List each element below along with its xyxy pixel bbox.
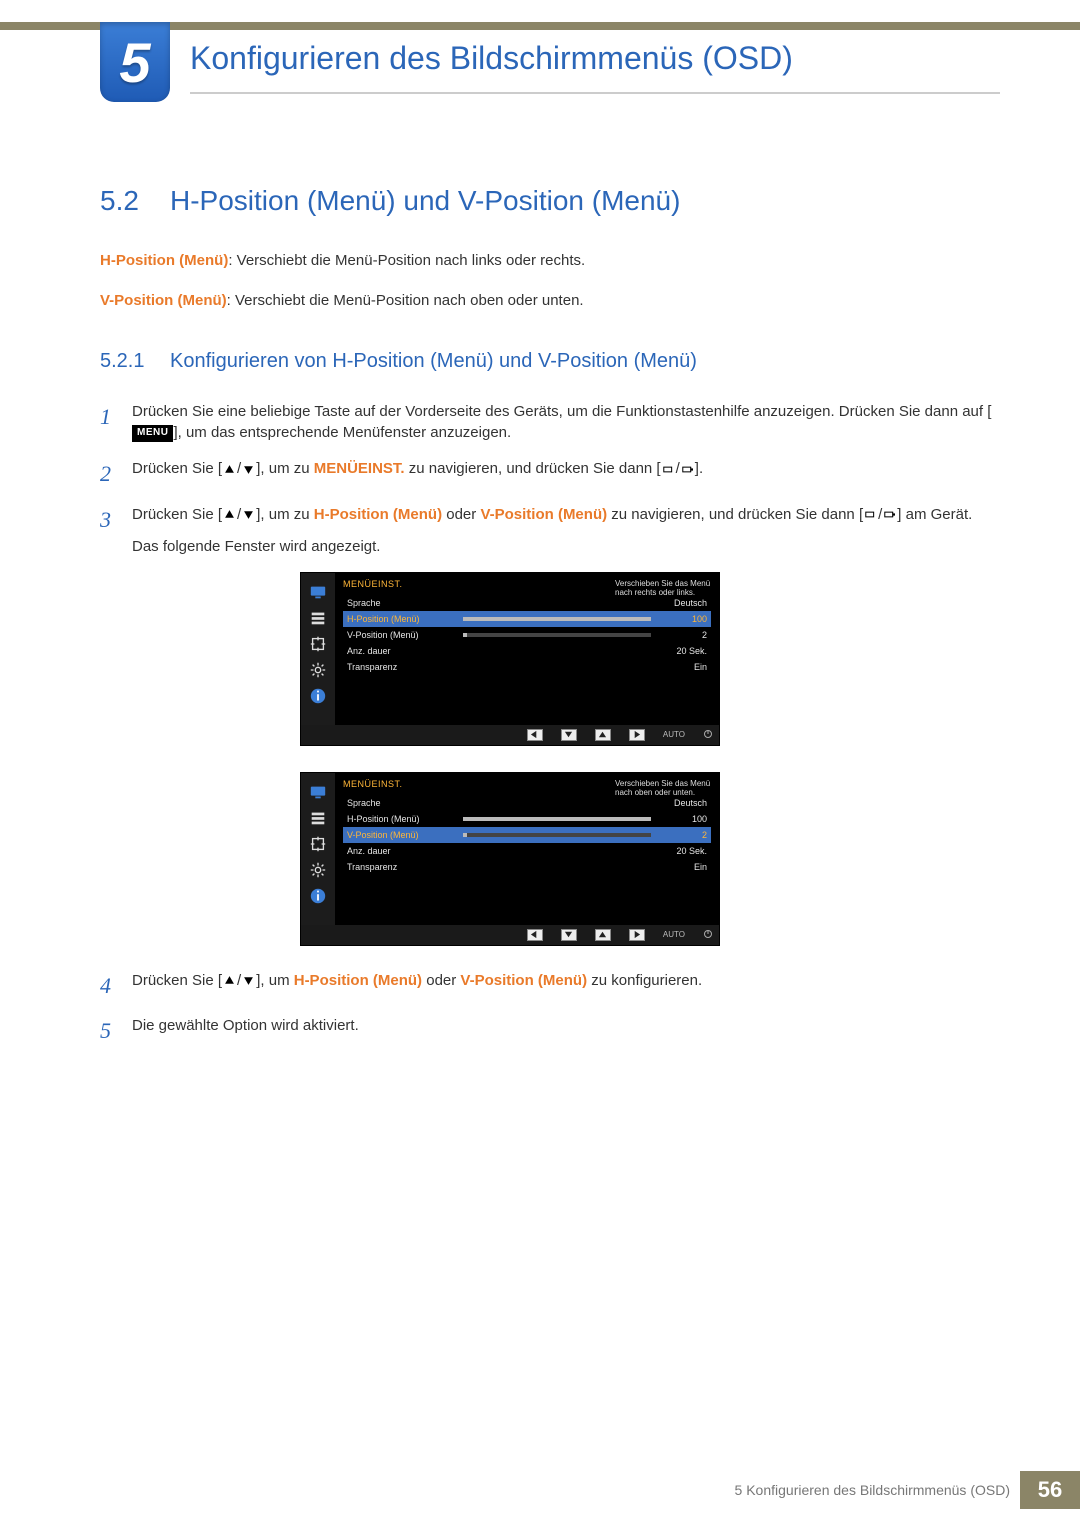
osd-row-transparency: TransparenzEin xyxy=(343,659,711,675)
osd-row-vpos-selected: V-Position (Menü)2 xyxy=(343,827,711,843)
step-5: 5 Die gewählte Option wird aktiviert. xyxy=(100,1015,1000,1047)
osd-nav-bar: AUTO xyxy=(301,725,719,745)
gear-icon xyxy=(307,860,329,880)
chapter-title: Konfigurieren des Bildschirmmenüs (OSD) xyxy=(190,40,793,77)
power-icon xyxy=(703,929,713,941)
nav-left-icon xyxy=(527,929,543,941)
osd-info-text: Verschieben Sie das Menü nach rechts ode… xyxy=(615,579,713,597)
enter-source-icon: / xyxy=(661,458,695,480)
osd-nav-bar: AUTO xyxy=(301,925,719,945)
up-down-icon: / xyxy=(222,504,256,526)
up-down-icon: / xyxy=(222,458,256,480)
step-2: 2 Drücken Sie [/], um zu MENÜEINST. zu n… xyxy=(100,458,1000,490)
osd-screenshot-vpos: MENÜEINST. SpracheDeutsch H-Position (Me… xyxy=(300,772,720,946)
nav-right-icon xyxy=(629,729,645,741)
resize-icon xyxy=(307,634,329,654)
enter-source-icon: / xyxy=(863,504,897,526)
monitor-icon xyxy=(307,582,329,602)
gear-icon xyxy=(307,660,329,680)
osd-row-hpos-selected: H-Position (Menü)100 xyxy=(343,611,711,627)
footer-chapter-label: 5 Konfigurieren des Bildschirmmenüs (OSD… xyxy=(735,1482,1010,1498)
monitor-icon xyxy=(307,782,329,802)
osd-row-transparency: TransparenzEin xyxy=(343,859,711,875)
osd-row-duration: Anz. dauer20 Sek. xyxy=(343,843,711,859)
intro-hpos: H-Position (Menü): Verschiebt die Menü-P… xyxy=(100,251,1000,271)
osd-row-vpos: V-Position (Menü)2 xyxy=(343,627,711,643)
menu-button-icon: MENU xyxy=(132,425,173,442)
info-icon xyxy=(307,686,329,706)
osd-info-text: Verschieben Sie das Menü nach oben oder … xyxy=(615,779,713,797)
resize-icon xyxy=(307,834,329,854)
nav-down-icon xyxy=(561,929,577,941)
osd-row-language: SpracheDeutsch xyxy=(343,595,711,611)
step-4: 4 Drücken Sie [/], um H-Position (Menü) … xyxy=(100,970,1000,1002)
info-icon xyxy=(307,886,329,906)
nav-up-icon xyxy=(595,729,611,741)
osd-row-duration: Anz. dauer20 Sek. xyxy=(343,643,711,659)
step-3: 3 Drücken Sie [/], um zu H-Position (Men… xyxy=(100,504,1000,558)
section-heading: 5.2H-Position (Menü) und V-Position (Men… xyxy=(100,185,1000,217)
nav-up-icon xyxy=(595,929,611,941)
subsection-heading: 5.2.1Konfigurieren von H-Position (Menü)… xyxy=(100,350,1000,373)
power-icon xyxy=(703,729,713,741)
list-icon xyxy=(307,808,329,828)
step-1: 1 Drücken Sie eine beliebige Taste auf d… xyxy=(100,401,1000,445)
osd-row-language: SpracheDeutsch xyxy=(343,795,711,811)
list-icon xyxy=(307,608,329,628)
osd-screenshot-hpos: MENÜEINST. SpracheDeutsch H-Position (Me… xyxy=(300,572,720,746)
nav-down-icon xyxy=(561,729,577,741)
nav-right-icon xyxy=(629,929,645,941)
intro-vpos: V-Position (Menü): Verschiebt die Menü-P… xyxy=(100,291,1000,311)
nav-left-icon xyxy=(527,729,543,741)
page-number: 56 xyxy=(1020,1471,1080,1509)
osd-row-hpos: H-Position (Menü)100 xyxy=(343,811,711,827)
up-down-icon: / xyxy=(222,970,256,992)
chapter-number-badge: 5 xyxy=(100,22,170,102)
